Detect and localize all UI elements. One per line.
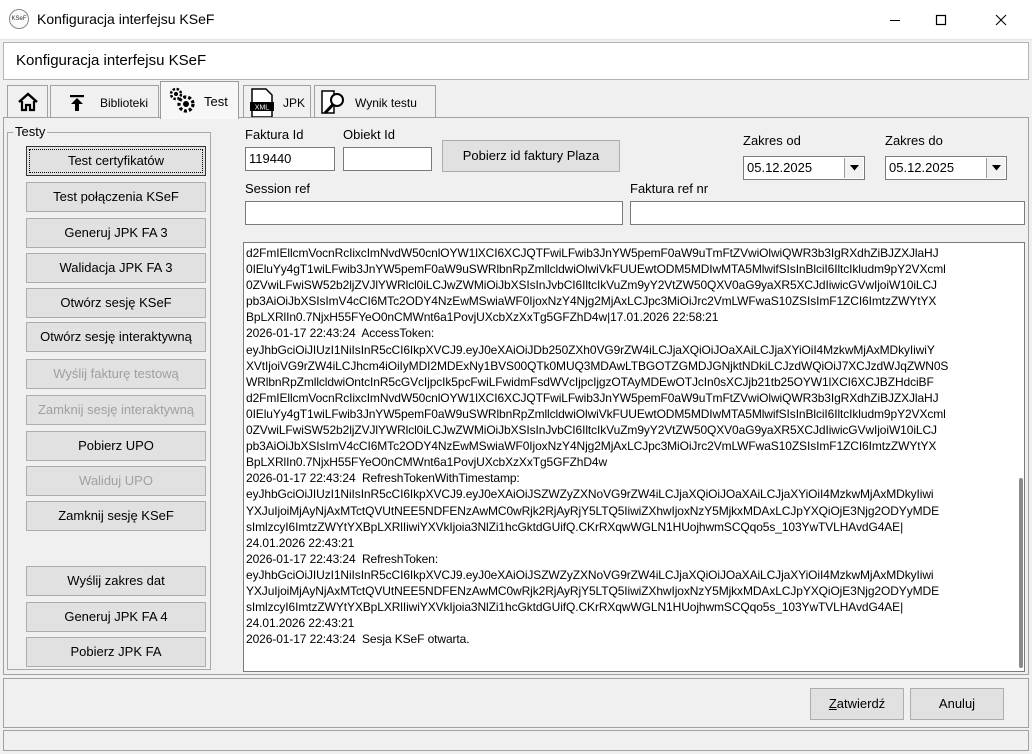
zakres-od-dropdown-button[interactable] [844,158,863,178]
log-line: eyJhbGciOiJIUzI1NiIsInR5cCI6IkpXVCJ9.eyJ… [246,487,934,502]
log-line: eyJhbGciOiJIUzI1NiIsInR5cCI6IkpXVCJ9.eyJ… [246,567,934,582]
pobierz-jpk-fa-button[interactable]: Pobierz JPK FA [26,637,206,667]
magnifier-document-icon [321,90,344,115]
wyslij-fakture-testowa-button[interactable]: Wyślij fakturę testową [26,359,206,389]
tab-jpk[interactable]: XML JPK [243,85,311,118]
close-button[interactable] [978,0,1024,40]
generuj-jpk-fa4-button[interactable]: Generuj JPK FA 4 [26,602,206,632]
zakres-od-date-picker[interactable]: 05.12.2025 [743,156,865,180]
window-title: Konfiguracja interfejsu KSeF [37,11,215,27]
title-bar: KSeF Konfiguracja interfejsu KSeF [0,0,1032,40]
log-line: 0IEluYy4gT1wiLFwib3JnYW5pemF0aW9uSWRlbnR… [246,406,946,421]
zakres-do-value: 05.12.2025 [889,160,955,175]
obiekt-id-input[interactable] [343,147,432,171]
zatwierdz-accel-key: Z [828,696,837,711]
zakres-do-dropdown-button[interactable] [986,158,1005,178]
chevron-down-icon [992,165,1001,171]
test-polaczenia-ksef-button[interactable]: Test połączenia KSeF [26,182,206,212]
log-line: YXJuIjoiMjAyNjAxMTctQVUtNEE5NDFENzAwMC0w… [246,583,939,598]
faktura-ref-input[interactable] [630,201,1025,225]
tab-biblioteki-label: Biblioteki [100,96,149,110]
log-output[interactable]: d2FmIEllcmVocnRcIixcImNvdW50cnlOYW1lXCI6… [243,242,1025,672]
minimize-button[interactable] [872,0,918,40]
log-line: BpLXRlIn0.7NjxH55FYeO0nCMWnt6a1PovjUXcbX… [246,310,719,325]
maximize-icon [935,14,947,26]
waliduj-upo-button[interactable]: Waliduj UPO [26,466,206,496]
tab-test-label: Test [204,94,228,109]
otworz-sesje-interaktywna-button[interactable]: Otwórz sesję interaktywną [26,322,206,352]
tab-home[interactable] [7,85,48,118]
tab-biblioteki[interactable]: Biblioteki [50,85,159,118]
tests-groupbox-title: Testy [13,124,48,139]
pobierz-id-faktury-plaza-button[interactable]: Pobierz id faktury Plaza [442,140,620,172]
zakres-od-value: 05.12.2025 [747,160,813,175]
zakres-do-label: Zakres do [885,133,943,148]
svg-text:XML: XML [255,105,270,112]
gears-icon [169,87,195,113]
tab-wynik-label: Wynik testu [355,96,417,110]
log-line: 24.01.2026 22:43:21 [246,535,355,550]
walidacja-jpk-fa3-button[interactable]: Walidacja JPK FA 3 [26,253,206,283]
xml-document-icon: XML [250,88,274,118]
zamknij-sesje-ksef-button[interactable]: Zamknij sesję KSeF [26,501,206,531]
log-line: WRlbnRpZmllcldwiOntcInR5cGVcIjpcIk5pcFwi… [246,374,934,389]
faktura-ref-label: Faktura ref nr [630,181,709,196]
close-icon [995,14,1007,26]
arrow-up-bar-icon [70,95,84,111]
log-line: YXJuIjoiMjAyNjAxMTctQVUtNEE5NDFENzAwMC0w… [246,503,939,518]
log-line: pb3AiOiJbXSIsImV4cCI6MTc2ODY4NzEwMSwiaWF… [246,439,937,454]
log-line: pb3AiOiJbXSIsImV4cCI6MTc2ODY4NzEwMSwiaWF… [246,294,937,309]
zakres-do-date-picker[interactable]: 05.12.2025 [885,156,1007,180]
app-icon: KSeF [9,9,29,29]
zamknij-sesje-interaktywna-button[interactable]: Zamknij sesję interaktywną [26,395,206,425]
log-line: 2026-01-17 22:43:24 RefreshToken: [246,551,439,566]
otworz-sesje-ksef-button[interactable]: Otwórz sesję KSeF [26,288,206,318]
faktura-id-label: Faktura Id [245,127,304,142]
log-line: sImlzcyI6ImtzZWYtYXBpLXRlIiwiYXVkIjoia3N… [246,519,904,534]
header-title: Konfiguracja interfejsu KSeF [16,52,207,69]
pobierz-upo-button[interactable]: Pobierz UPO [26,431,206,461]
status-bar [3,730,1029,751]
session-ref-label: Session ref [245,181,311,196]
tab-wynik-testu[interactable]: Wynik testu [314,85,436,118]
chevron-down-icon [850,165,859,171]
session-ref-input[interactable] [245,201,623,225]
log-line: 0ZVwiLFwiSW52b2ljZVJlYWRlcl0iLCJwZWMiOiJ… [246,278,937,293]
log-line: 2026-01-17 22:43:24 RefreshTokenWithTime… [246,471,520,486]
wyslij-zakres-dat-button[interactable]: Wyślij zakres dat [26,566,206,596]
log-line: 2026-01-17 22:43:24 AccessToken: [246,326,435,341]
log-line: 0IEluYy4gT1wiLFwib3JnYW5pemF0aW9uSWRlbnR… [246,262,946,277]
log-scrollbar[interactable] [1019,478,1023,668]
log-line: 0ZVwiLFwiSW52b2ljZVJlYWRlcl0iLCJwZWMiOiJ… [246,423,937,438]
log-line: XVtIjoiVG9rZW4iLCJhcm4iOiIyMDI2MDExNy1BV… [246,358,949,373]
log-line: 24.01.2026 22:43:21 [246,616,355,631]
minimize-icon [890,20,900,21]
log-text: d2FmIEllcmVocnRcIixcImNvdW50cnlOYW1lXCI6… [246,245,1004,647]
header-panel: Konfiguracja interfejsu KSeF [3,42,1029,80]
obiekt-id-label: Obiekt Id [343,127,396,142]
generuj-jpk-fa3-button[interactable]: Generuj JPK FA 3 [26,218,206,248]
test-certyfikatow-button[interactable]: Test certyfikatów [26,146,206,176]
maximize-button[interactable] [918,0,964,40]
faktura-id-input[interactable]: 119440 [245,147,335,171]
log-line: d2FmIEllcmVocnRcIixcImNvdW50cnlOYW1lXCI6… [246,390,939,405]
anuluj-button[interactable]: Anuluj [910,688,1004,720]
tab-jpk-label: JPK [283,96,306,110]
log-line: 2026-01-17 22:43:24 Sesja KSeF otwarta. [246,632,470,647]
log-line: d2FmIEllcmVocnRcIixcImNvdW50cnlOYW1lXCI6… [246,246,939,260]
log-line: sImlzcyI6ImtzZWYtYXBpLXRlIiwiYXVkIjoia3N… [246,600,904,615]
zatwierdz-button[interactable]: Zatwierdź [810,688,904,720]
tab-test[interactable]: Test [160,81,239,119]
log-line: eyJhbGciOiJIUzI1NiIsInR5cCI6IkpXVCJ9.eyJ… [246,342,935,357]
home-icon [18,92,38,112]
zakres-od-label: Zakres od [743,133,801,148]
zatwierdz-label-rest: atwierdź [836,696,886,711]
log-line: BpLXRlIn0.7NjxH55FYeO0nCMWnt6a1PovjUXcbX… [246,455,608,470]
